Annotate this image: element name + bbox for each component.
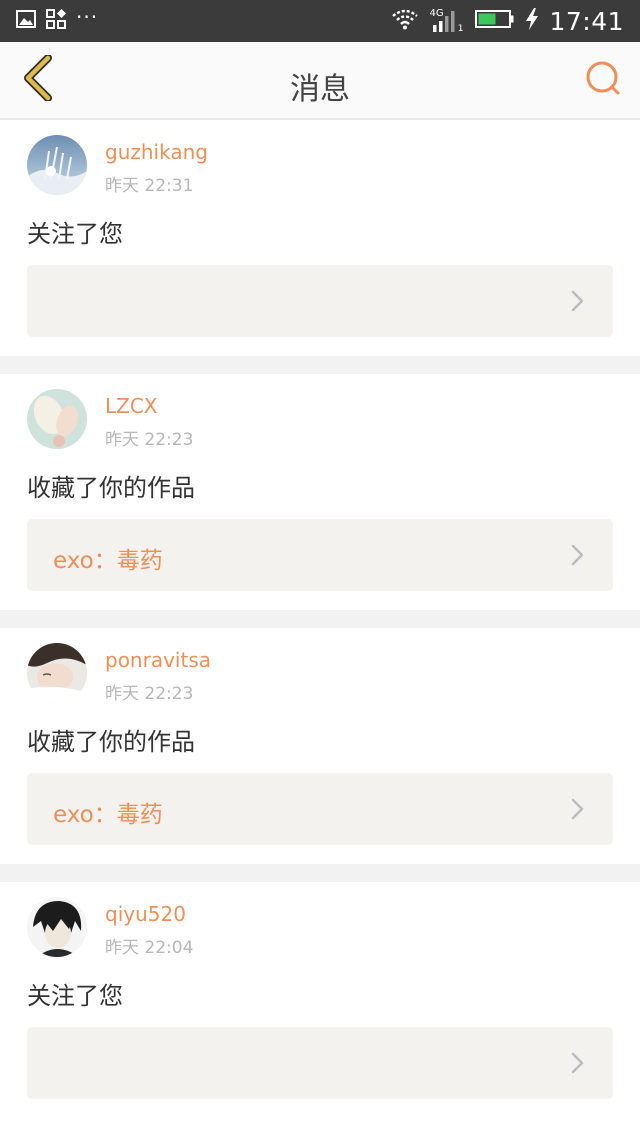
separator bbox=[0, 864, 640, 882]
chevron-right-icon bbox=[565, 1051, 589, 1075]
username[interactable]: qiyu520 bbox=[105, 902, 186, 926]
message-item[interactable]: qiyu520 昨天 22:04 关注了您 bbox=[0, 882, 640, 1118]
message-action: 收藏了你的作品 bbox=[27, 474, 195, 502]
avatar[interactable] bbox=[27, 643, 87, 703]
page-title: 消息 bbox=[290, 72, 350, 107]
avatar[interactable] bbox=[27, 897, 87, 957]
charging-icon bbox=[525, 8, 539, 34]
app-header: 消息 bbox=[0, 42, 640, 120]
gallery-icon bbox=[16, 10, 36, 32]
apps-icon bbox=[46, 9, 66, 33]
separator bbox=[0, 356, 640, 374]
message-item[interactable]: guzhikang 昨天 22:31 关注了您 bbox=[0, 120, 640, 356]
separator bbox=[0, 610, 640, 628]
chevron-right-icon bbox=[565, 543, 589, 567]
battery-icon bbox=[475, 9, 515, 33]
message-action: 关注了您 bbox=[27, 220, 123, 248]
chevron-right-icon bbox=[565, 289, 589, 313]
message-action: 收藏了你的作品 bbox=[27, 728, 195, 756]
message-time: 昨天 22:04 bbox=[105, 938, 194, 958]
message-time: 昨天 22:23 bbox=[105, 684, 194, 704]
wifi-icon bbox=[391, 8, 419, 34]
avatar[interactable] bbox=[27, 135, 87, 195]
work-title: exo：毒药 bbox=[53, 548, 163, 574]
avatar[interactable] bbox=[27, 389, 87, 449]
search-button[interactable] bbox=[580, 56, 628, 104]
message-item[interactable]: LZCX 昨天 22:23 收藏了你的作品 exo：毒药 bbox=[0, 374, 640, 610]
status-bar: ··· 4G 1 17:41 bbox=[0, 0, 640, 42]
username[interactable]: ponravitsa bbox=[105, 648, 211, 672]
username[interactable]: guzhikang bbox=[105, 140, 208, 164]
status-bar-right: 4G 1 17:41 bbox=[391, 4, 624, 38]
username[interactable]: LZCX bbox=[105, 394, 158, 418]
related-work-box[interactable] bbox=[27, 1027, 613, 1099]
related-work-box[interactable]: exo：毒药 bbox=[27, 519, 613, 591]
message-item[interactable]: ponravitsa 昨天 22:23 收藏了你的作品 exo：毒药 bbox=[0, 628, 640, 864]
message-list[interactable]: guzhikang 昨天 22:31 关注了您 LZCX 昨天 22:23 收藏… bbox=[0, 120, 640, 1118]
more-notifications-icon: ··· bbox=[76, 5, 99, 29]
message-action: 关注了您 bbox=[27, 982, 123, 1010]
message-time: 昨天 22:31 bbox=[105, 176, 194, 196]
status-bar-left: ··· bbox=[16, 5, 98, 33]
message-time: 昨天 22:23 bbox=[105, 430, 194, 450]
cellular-signal-icon: 4G 1 bbox=[429, 8, 465, 34]
related-work-box[interactable]: exo：毒药 bbox=[27, 773, 613, 845]
related-work-box[interactable] bbox=[27, 265, 613, 337]
search-icon bbox=[584, 58, 624, 102]
work-title: exo：毒药 bbox=[53, 802, 163, 828]
clock: 17:41 bbox=[549, 6, 624, 36]
chevron-right-icon bbox=[565, 797, 589, 821]
sim-slot-label: 1 bbox=[457, 24, 464, 34]
